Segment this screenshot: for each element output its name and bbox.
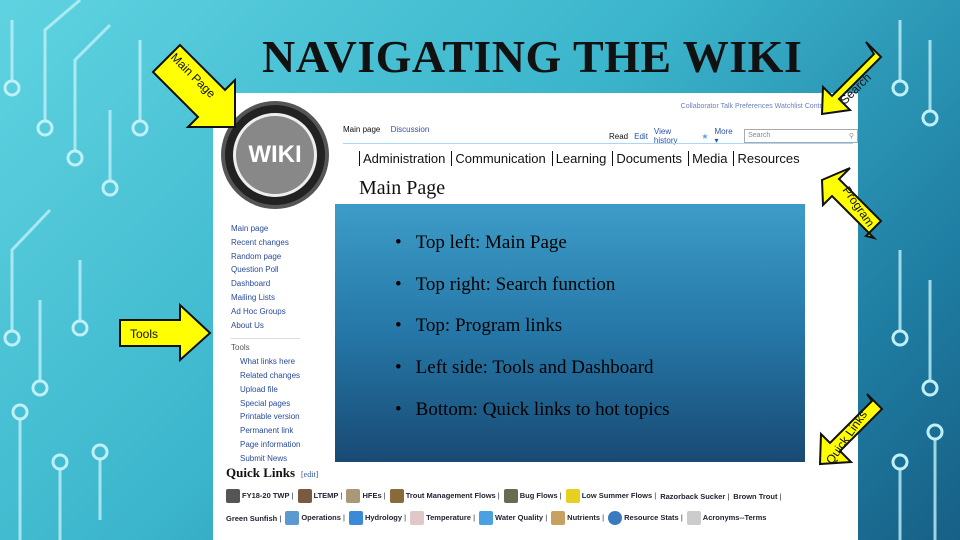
callout-arrows: Main Page Search Program Quick Links Too… <box>119 41 884 467</box>
tools-callout: Tools <box>130 327 158 341</box>
search-arrow-icon: Search <box>820 41 883 116</box>
quick-links-arrow-icon: Quick Links <box>818 393 884 467</box>
program-arrow-icon: Program <box>820 167 883 240</box>
tools-arrow-icon: Tools <box>119 302 212 363</box>
main-page-arrow-icon: Main Page <box>151 43 236 128</box>
